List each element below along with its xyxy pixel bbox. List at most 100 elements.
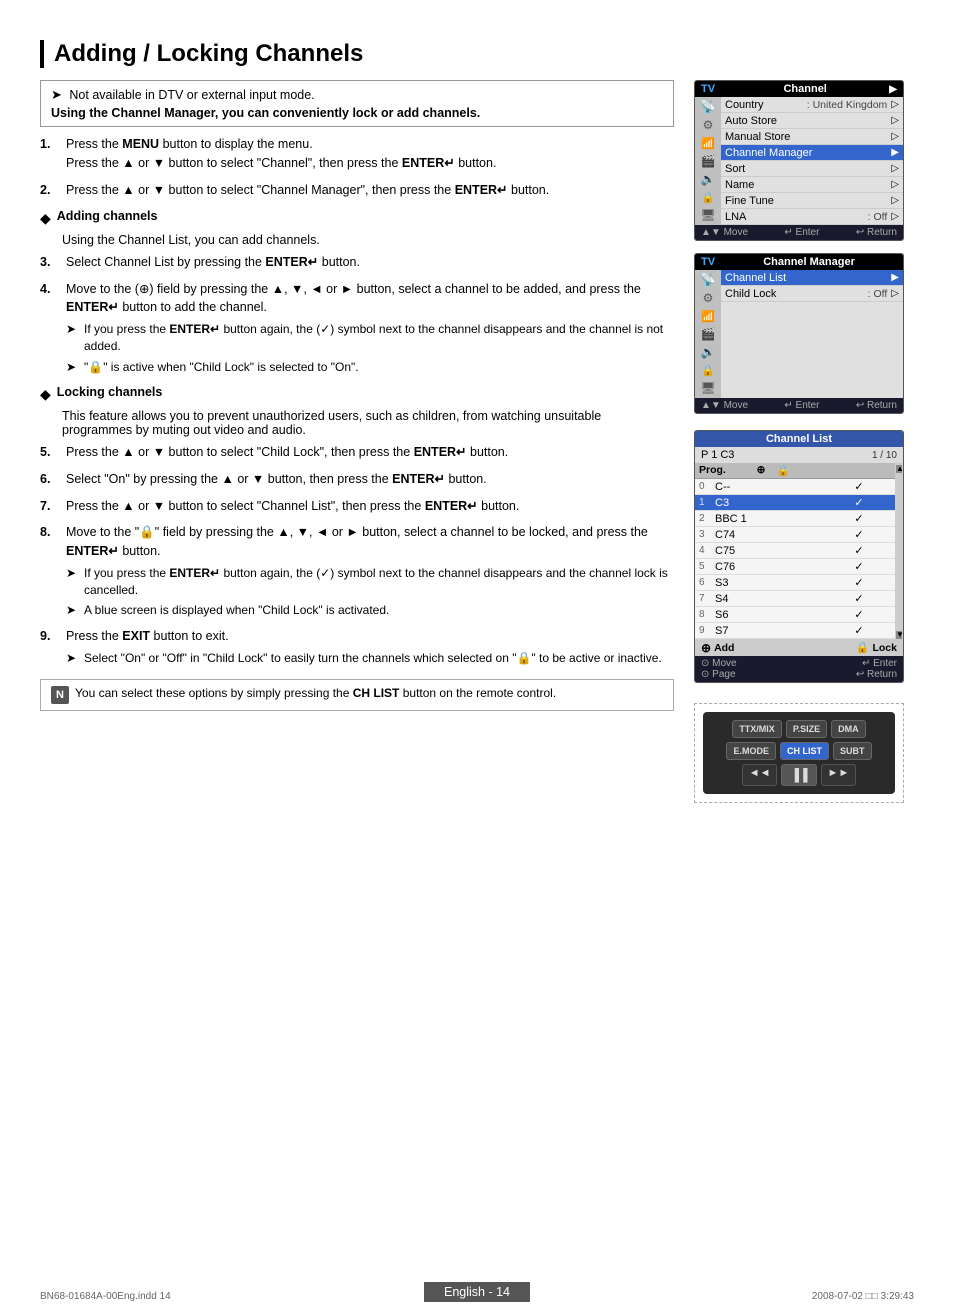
lock-icon: 🔒	[856, 641, 870, 654]
step-3: 3. Select Channel List by pressing the E…	[40, 253, 674, 272]
cl-add-lock-bar: ⊕ Add 🔒 Lock	[695, 639, 903, 656]
cl-row-8: 8 S6 ✓	[695, 607, 895, 623]
diamond-icon-2: ◆	[40, 385, 51, 405]
main-layout: ➤ Not available in DTV or external input…	[40, 80, 914, 803]
locking-channels-desc: This feature allows you to prevent unaut…	[62, 409, 674, 437]
info-icon: N	[51, 686, 69, 704]
cl-row-4: 4 C75 ✓	[695, 543, 895, 559]
sub-note-text-5: Select "On" or "Off" in "Child Lock" to …	[84, 650, 662, 667]
step-4-content: Move to the (⊕) field by pressing the ▲,…	[66, 280, 674, 376]
channel-header-arrow: ▶	[889, 84, 897, 95]
tv-icon-speaker-2: 🔊	[698, 344, 718, 360]
autostore-label: Auto Store	[725, 115, 887, 127]
tv-icons-col-2: 📡 ⚙ 📶 🎬 🔊 🔒 🖥	[695, 270, 721, 398]
cl-add-col-header: ⊕	[749, 464, 773, 477]
remote-btn-forward: ►►	[821, 764, 857, 786]
lna-value: : Off	[868, 211, 888, 223]
cl-row-1: 1 C3 ✓	[695, 495, 895, 511]
cl-row-6-num: 6	[699, 577, 715, 588]
tv-icon-speaker: 🔊	[698, 171, 718, 187]
cl-row-1-name: C3	[715, 497, 847, 509]
cl-row-3-name: C74	[715, 529, 847, 541]
cl-main: Prog. ⊕ 🔒 0 C-- ✓	[695, 463, 895, 639]
tv-menu-channel: TV Channel ▶ 📡 ⚙ 📶 🎬 🔊 🔒	[694, 80, 904, 241]
cl-row-5: 5 C76 ✓	[695, 559, 895, 575]
step-9-note-1: ➤ Select "On" or "Off" in "Child Lock" t…	[66, 650, 674, 667]
adding-channels-title: Adding channels	[57, 209, 158, 223]
step-7-content: Press the ▲ or ▼ button to select "Chann…	[66, 497, 674, 516]
cl-scrollbar: ▲ ▼	[895, 463, 903, 639]
sub-note-arrow-1: ➤	[66, 321, 80, 355]
cl-lock-btn: 🔒 Lock	[856, 641, 897, 655]
tv-icon-antenna: 📡	[698, 99, 718, 115]
tv-menu-channelmanager: TV Channel Manager 📡 ⚙ 📶 🎬 🔊 🔒 🖥	[694, 253, 904, 414]
tv-icon-display-2: 🖥	[698, 380, 718, 396]
tv-menu-channel-header: TV Channel ▶	[695, 81, 903, 97]
step-7: 7. Press the ▲ or ▼ button to select "Ch…	[40, 497, 674, 516]
name-arrow: ▷	[891, 179, 899, 190]
cl-row-7: 7 S4 ✓	[695, 591, 895, 607]
cl-prog-col-header: Prog.	[699, 464, 749, 477]
childlock-label: Child Lock	[725, 288, 868, 300]
cl-footer-row-2: ⊙ Page ↩ Return	[701, 669, 897, 680]
step-6-content: Select "On" by pressing the ▲ or ▼ butto…	[66, 470, 674, 489]
remote-row-3: ◄◄ ▐▐ ►►	[711, 764, 887, 786]
print-info-left: BN68-01684A-00Eng.indd 14	[40, 1291, 171, 1302]
channellist-arrow: ▶	[891, 272, 899, 283]
step-5-content: Press the ▲ or ▼ button to select "Child…	[66, 443, 674, 462]
cl-row-7-name: S4	[715, 593, 847, 605]
cl-row-2-name: BBC 1	[715, 513, 847, 525]
step-6: 6. Select "On" by pressing the ▲ or ▼ bu…	[40, 470, 674, 489]
cl-footer-move: ⊙ Move	[701, 658, 737, 669]
channel-manager-label: Channel Manager	[721, 256, 897, 268]
step-3-num: 3.	[40, 253, 60, 272]
cl-row-0-check: ✓	[847, 480, 871, 493]
cl-row-9: 9 S7 ✓	[695, 623, 895, 639]
cl-body: Prog. ⊕ 🔒 0 C-- ✓	[695, 463, 903, 639]
footer-return-1: ↩ Return	[856, 227, 897, 238]
cl-row-2-check: ✓	[847, 512, 871, 525]
finetune-arrow: ▷	[891, 195, 899, 206]
footer-enter-1: ↵ Enter	[784, 227, 819, 238]
cl-sub-label: P 1 C3	[701, 449, 734, 461]
step-5-num: 5.	[40, 443, 60, 462]
add-icon: ⊕	[701, 641, 711, 655]
steps-list: 1. Press the MENU button to display the …	[40, 135, 674, 199]
cl-row-2: 2 BBC 1 ✓	[695, 511, 895, 527]
remote-btn-dma: DMA	[831, 720, 866, 738]
page-title: Adding / Locking Channels	[40, 40, 914, 68]
cl-footer-row-1: ⊙ Move ↵ Enter	[701, 658, 897, 669]
cl-row-0: 0 C-- ✓	[695, 479, 895, 495]
sort-arrow: ▷	[891, 163, 899, 174]
info-note: N You can select these options by simply…	[40, 679, 674, 711]
tv-icon-film: 🎬	[698, 153, 718, 169]
adding-channels-header: ◆ Adding channels	[40, 209, 674, 229]
cl-row-1-num: 1	[699, 497, 715, 508]
channel-label-1: Channel	[721, 83, 889, 95]
cl-lock-col-header: 🔒	[773, 464, 793, 477]
cl-row-8-name: S6	[715, 609, 847, 621]
remote-row-2: E.MODE CH LIST SUBT	[711, 742, 887, 760]
scroll-down-arrow: ▼	[896, 631, 902, 639]
channel-list-diagram: Channel List P 1 C3 1 / 10 Prog. ⊕ 🔒	[694, 430, 904, 683]
remote-btn-rewind: ◄◄	[742, 764, 778, 786]
cl-row-0-name: C--	[715, 481, 847, 493]
tv-icons-col-1: 📡 ⚙ 📶 🎬 🔊 🔒 🖥	[695, 97, 721, 225]
cl-row-7-num: 7	[699, 593, 715, 604]
locking-channels-title: Locking channels	[57, 385, 163, 399]
sub-note-arrow-2: ➤	[66, 359, 80, 376]
remote-btn-chlist: CH LIST	[780, 742, 829, 760]
footer-enter-2: ↵ Enter	[784, 400, 819, 411]
step-8-num: 8.	[40, 523, 60, 542]
menu-row-childlock: Child Lock : Off ▷	[721, 286, 903, 302]
note-bold-line: Using the Channel Manager, you can conve…	[51, 106, 663, 120]
adding-channels-desc: Using the Channel List, you can add chan…	[62, 233, 674, 247]
remote-btn-emode: E.MODE	[726, 742, 776, 760]
tv-icon-signal: 📶	[698, 135, 718, 151]
step-7-num: 7.	[40, 497, 60, 516]
finetune-label: Fine Tune	[725, 195, 887, 207]
sub-note-text-4: A blue screen is displayed when "Child L…	[84, 602, 389, 619]
cl-row-3-check: ✓	[847, 528, 871, 541]
step-5: 5. Press the ▲ or ▼ button to select "Ch…	[40, 443, 674, 462]
cl-row-1-check: ✓	[847, 496, 871, 509]
